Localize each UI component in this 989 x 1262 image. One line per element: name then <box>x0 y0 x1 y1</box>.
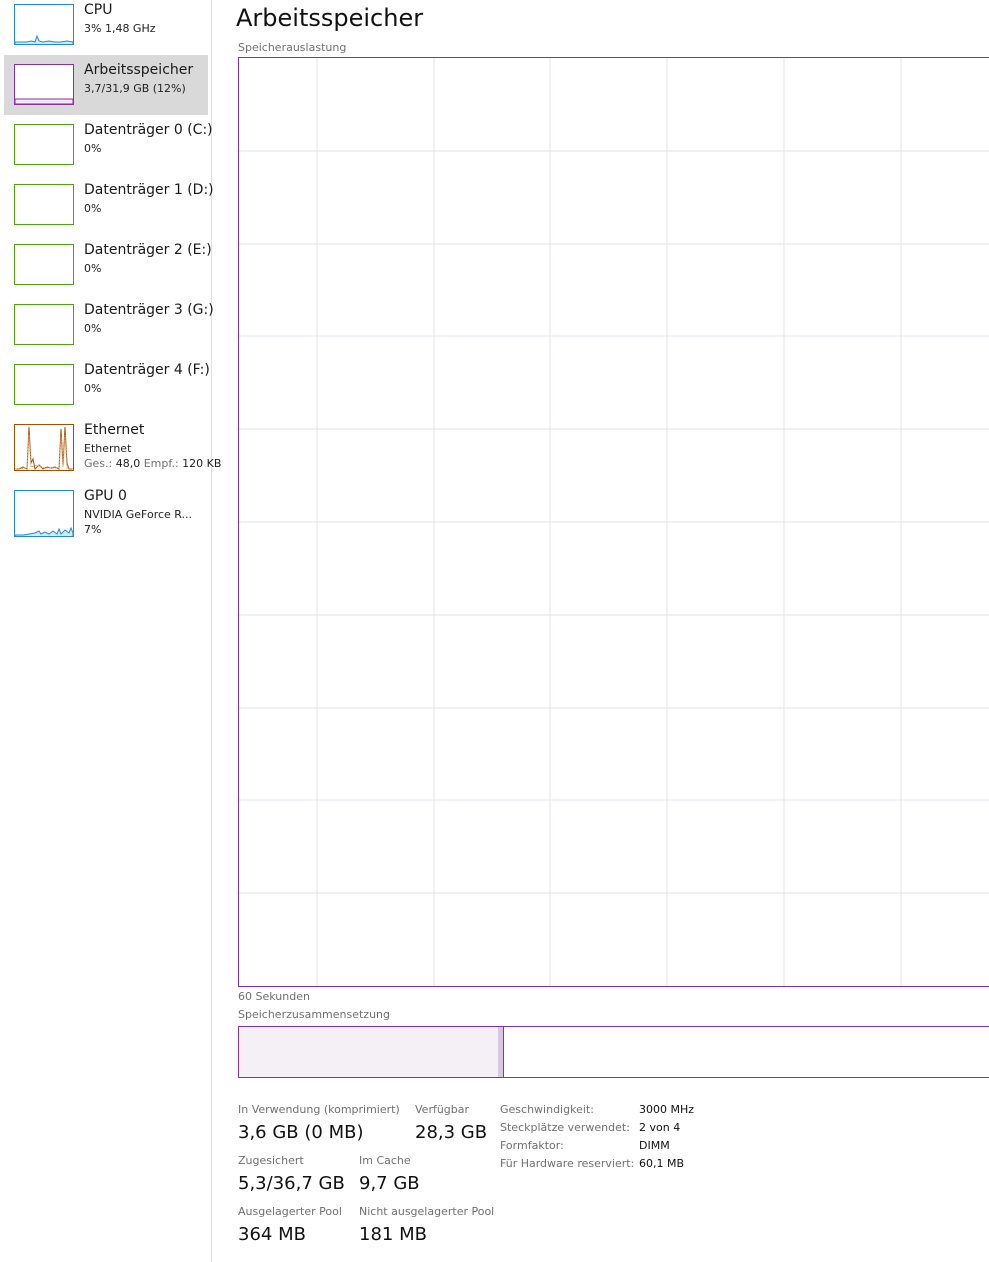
sidebar-item-subtitle: 3,7/31,9 GB (12%) <box>84 82 186 95</box>
paged-pool-value: 364 MB <box>238 1224 306 1245</box>
nonpaged-pool-label: Nicht ausgelagerter Pool <box>359 1205 495 1218</box>
memory-usage-graph <box>238 57 989 987</box>
memory-composition-bar <box>238 1026 989 1078</box>
disk-graph-icon <box>14 244 74 285</box>
time-span-caption: 60 Sekunden <box>238 990 310 1003</box>
speed-value: 3000 MHz <box>639 1103 695 1116</box>
available-value: 28,3 GB <box>415 1122 488 1143</box>
gpu-mini-chart <box>15 526 73 536</box>
sidebar-item-ethernet[interactable]: Ethernet Ethernet Ges.: 48,0 Empf.: 120 … <box>4 415 221 481</box>
sidebar-item-subtitle: 0% <box>84 202 102 215</box>
composition-modified-segment <box>499 1027 504 1077</box>
receive-value: 120 KB <box>182 457 222 470</box>
disk-graph-icon <box>14 184 74 225</box>
memory-graph-icon <box>14 64 74 105</box>
slots-value: 2 von 4 <box>639 1121 681 1134</box>
sidebar: CPU 3% 1,48 GHz Arbeitsspeicher 3,7/31,9… <box>0 0 221 1262</box>
sidebar-item-title: Arbeitsspeicher <box>84 62 194 78</box>
cpu-mini-chart <box>15 34 73 44</box>
slots-label: Steckplätze verwendet: <box>500 1121 630 1134</box>
usage-graph-caption: Speicherauslastung <box>238 41 347 54</box>
composition-caption: Speicherzusammensetzung <box>238 1008 390 1021</box>
sidebar-item-title: Datenträger 3 (G:) <box>84 302 214 318</box>
sidebar-item-disk-0[interactable]: Datenträger 0 (C:) 0% <box>4 115 213 175</box>
composition-in-use-segment <box>239 1027 499 1077</box>
sidebar-item-disk-3[interactable]: Datenträger 3 (G:) 0% <box>4 295 214 355</box>
sidebar-item-title: Datenträger 4 (F:) <box>84 362 210 378</box>
sidebar-item-gpu[interactable]: GPU 0 NVIDIA GeForce R... 7% <box>4 481 208 547</box>
gpu-usage: 7% <box>84 523 102 536</box>
hardware-reserved-label: Für Hardware reserviert: <box>500 1157 635 1170</box>
ethernet-mini-chart <box>15 426 73 470</box>
cached-value: 9,7 GB <box>359 1173 420 1194</box>
memory-mini-chart <box>15 98 73 104</box>
send-value: 48,0 <box>115 457 141 470</box>
sidebar-item-subtitle: 0% <box>84 142 102 155</box>
speed-label: Geschwindigkeit: <box>500 1103 594 1116</box>
sidebar-item-title: Datenträger 1 (D:) <box>84 182 214 198</box>
ethernet-throughput: Ges.: 48,0 Empf.: 120 KB <box>84 457 221 470</box>
gpu-graph-icon <box>14 490 74 537</box>
cpu-graph-icon <box>14 4 74 45</box>
sidebar-item-title: Ethernet <box>84 422 145 438</box>
ethernet-graph-icon <box>14 424 74 471</box>
sidebar-item-subtitle: 0% <box>84 322 102 335</box>
disk-graph-icon <box>14 364 74 405</box>
cached-label: Im Cache <box>359 1154 411 1167</box>
form-factor-label: Formfaktor: <box>500 1139 564 1152</box>
sidebar-item-memory[interactable]: Arbeitsspeicher 3,7/31,9 GB (12%) <box>4 55 208 115</box>
sidebar-item-disk-2[interactable]: Datenträger 2 (E:) 0% <box>4 235 212 295</box>
sidebar-item-subtitle: 0% <box>84 262 102 275</box>
sidebar-item-disk-1[interactable]: Datenträger 1 (D:) 0% <box>4 175 214 235</box>
sidebar-item-disk-4[interactable]: Datenträger 4 (F:) 0% <box>4 355 210 415</box>
committed-value: 5,3/36,7 GB <box>238 1173 345 1194</box>
sidebar-item-title: Datenträger 2 (E:) <box>84 242 212 258</box>
sidebar-item-subtitle: 0% <box>84 382 102 395</box>
sidebar-item-cpu[interactable]: CPU 3% 1,48 GHz <box>4 0 208 52</box>
disk-graph-icon <box>14 124 74 165</box>
committed-label: Zugesichert <box>238 1154 304 1167</box>
sidebar-item-subtitle: 3% 1,48 GHz <box>84 22 156 35</box>
in-use-label: In Verwendung (komprimiert) <box>238 1103 400 1116</box>
receive-label: Empf.: <box>143 457 179 470</box>
sidebar-item-title: GPU 0 <box>84 488 127 504</box>
available-label: Verfügbar <box>415 1103 470 1116</box>
in-use-value: 3,6 GB (0 MB) <box>238 1122 364 1143</box>
sidebar-item-title: CPU <box>84 2 113 18</box>
sidebar-item-subtitle: Ethernet <box>84 442 132 455</box>
page-title: Arbeitsspeicher <box>236 4 424 32</box>
sidebar-item-title: Datenträger 0 (C:) <box>84 122 213 138</box>
send-label: Ges.: <box>84 457 113 470</box>
form-factor-value: DIMM <box>639 1139 670 1152</box>
memory-usage-grid <box>239 58 989 986</box>
hardware-reserved-value: 60,1 MB <box>639 1157 685 1170</box>
sidebar-item-subtitle: NVIDIA GeForce R... <box>84 508 193 521</box>
paged-pool-label: Ausgelagerter Pool <box>238 1205 342 1218</box>
disk-graph-icon <box>14 304 74 345</box>
nonpaged-pool-value: 181 MB <box>359 1224 427 1245</box>
